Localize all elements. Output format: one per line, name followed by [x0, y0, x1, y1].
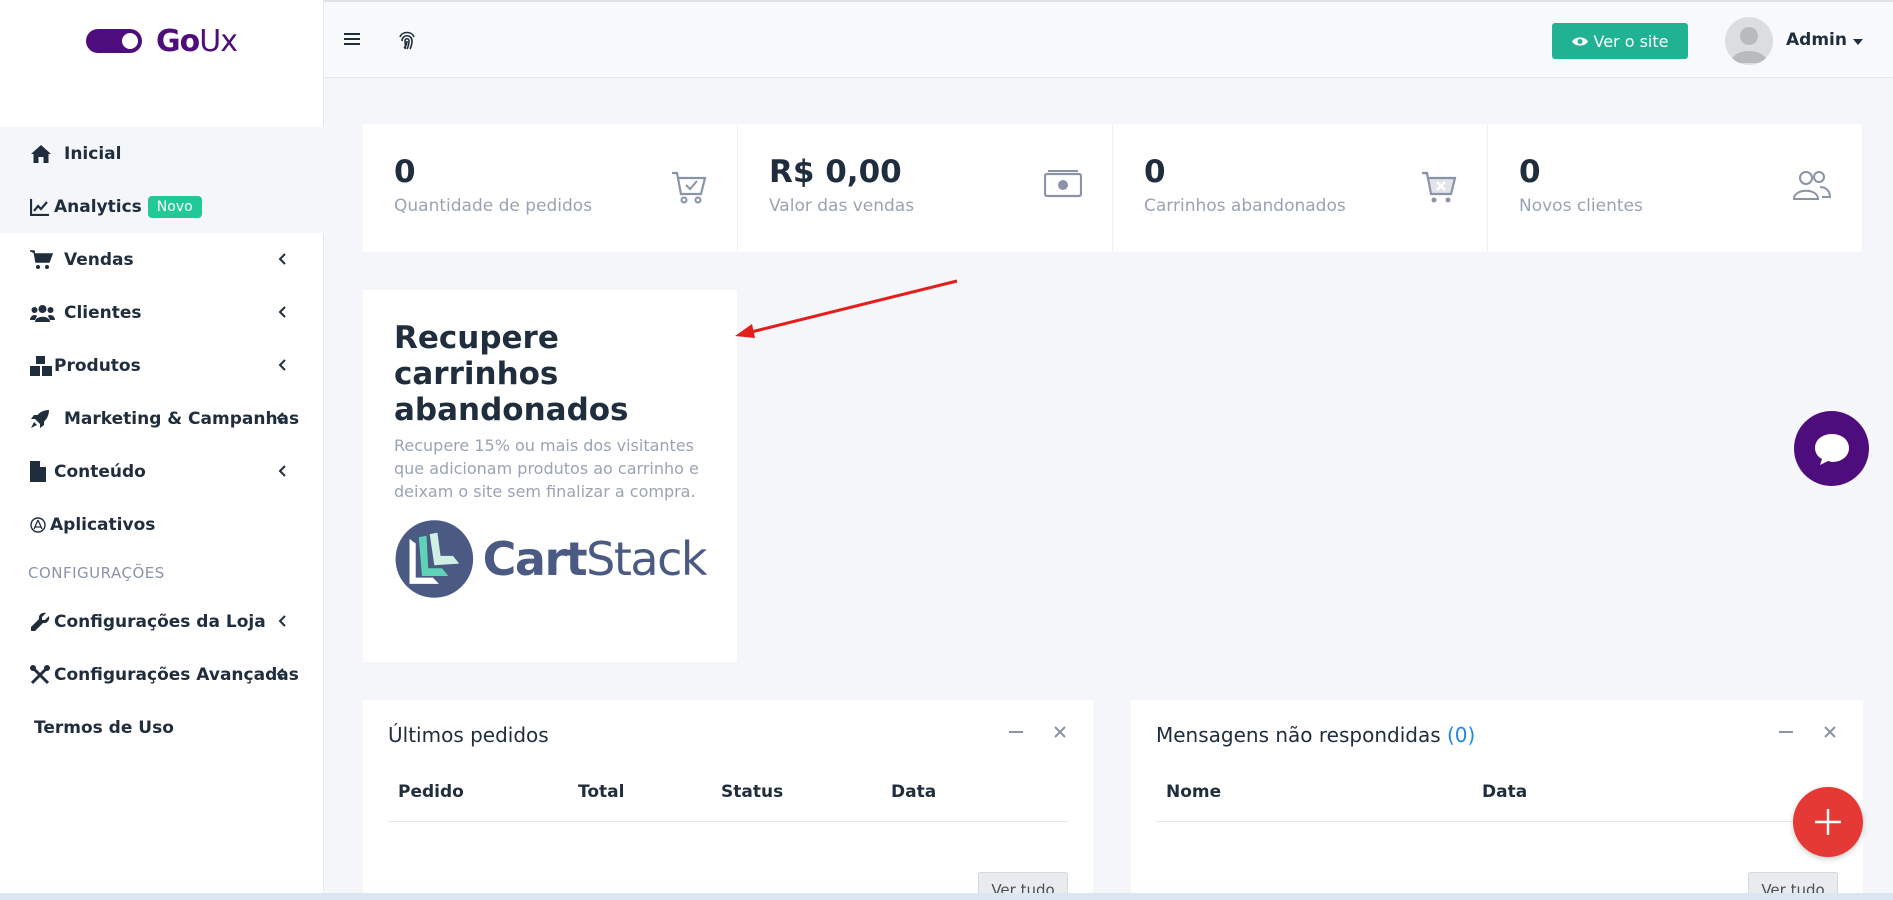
recover-title: Recupere carrinhos abandonados — [394, 320, 629, 428]
topbar: Ver o site Admin — [324, 0, 1893, 78]
horizontal-scrollbar[interactable] — [0, 893, 1893, 900]
users-icon — [30, 304, 56, 322]
eye-icon — [1571, 32, 1588, 51]
chevron-left-icon — [278, 356, 286, 376]
orders-table-header: Pedido Total Status Data — [388, 782, 1068, 822]
sidebar-item-inicial[interactable]: Inicial — [0, 127, 324, 180]
messages-table-header: Nome Data — [1156, 782, 1838, 822]
chevron-left-icon — [278, 612, 286, 632]
messages-panel-title: Mensagens não respondidas (0) — [1156, 723, 1476, 747]
close-icon[interactable] — [1823, 720, 1837, 744]
caret-down-icon — [1852, 30, 1863, 50]
orders-panel-title: Últimos pedidos — [388, 723, 549, 747]
apps-icon — [30, 516, 48, 533]
column-header: Status — [721, 782, 784, 802]
sidebar-item-config-avancadas[interactable]: Configurações Avançadas — [0, 648, 324, 701]
minimize-icon[interactable] — [1009, 720, 1023, 744]
sidebar-nav: Inicial Analytics Novo Vendas Clientes P… — [0, 127, 324, 754]
stat-card-abandoned: 0 Carrinhos abandonados — [1113, 124, 1488, 252]
orders-panel: Últimos pedidos Pedido Total Status Data… — [363, 700, 1093, 900]
people-icon — [1792, 169, 1832, 205]
cart-icon — [30, 249, 56, 270]
stat-card-customers: 0 Novos clientes — [1488, 124, 1863, 252]
cartstack-wordmark: CartStack — [482, 532, 708, 586]
sidebar-item-aplicativos[interactable]: Aplicativos — [0, 498, 324, 551]
sidebar: GoUx Inicial Analytics Novo Vendas Clien… — [0, 0, 324, 900]
sidebar-item-conteudo[interactable]: Conteúdo — [0, 445, 324, 498]
chevron-left-icon — [278, 303, 286, 323]
avatar[interactable] — [1725, 17, 1773, 65]
minimize-icon[interactable] — [1779, 720, 1793, 744]
chevron-left-icon — [276, 665, 284, 685]
sidebar-item-termos[interactable]: Termos de Uso — [0, 701, 324, 754]
recover-carts-card[interactable]: Recupere carrinhos abandonados Recupere … — [363, 290, 737, 662]
view-site-button[interactable]: Ver o site — [1552, 23, 1688, 59]
chat-bubble-icon — [1814, 433, 1849, 465]
file-icon — [30, 461, 52, 482]
chart-line-icon — [30, 198, 52, 216]
messages-panel: Mensagens não respondidas (0) Nome Data … — [1131, 700, 1863, 900]
cart-check-icon — [671, 169, 707, 209]
sidebar-item-produtos[interactable]: Produtos — [0, 339, 324, 392]
fingerprint-icon[interactable] — [396, 29, 418, 55]
money-icon — [1043, 169, 1083, 203]
unanswered-count: (0) — [1447, 723, 1476, 747]
cartstack-emblem-icon — [395, 520, 474, 598]
column-header: Data — [891, 782, 937, 802]
user-menu[interactable]: Admin — [1786, 30, 1863, 50]
stat-card-orders: 0 Quantidade de pedidos — [363, 124, 738, 252]
recover-description: Recupere 15% ou mais dos visitantes que … — [394, 436, 699, 501]
stat-card-sales: R$ 0,00 Valor das vendas — [738, 124, 1113, 252]
sidebar-item-analytics[interactable]: Analytics Novo — [0, 180, 324, 233]
column-header: Pedido — [398, 782, 464, 802]
brand-name: GoUx — [156, 23, 238, 59]
chat-widget-button[interactable] — [1794, 411, 1869, 486]
home-icon — [30, 144, 56, 164]
cartstack-logo[interactable]: CartStack — [394, 507, 708, 611]
new-badge: Novo — [147, 195, 202, 218]
column-header: Data — [1482, 782, 1528, 802]
section-header-configuracoes: CONFIGURAÇÕES — [28, 564, 165, 582]
cart-x-icon — [1421, 169, 1457, 209]
column-header: Nome — [1166, 782, 1222, 802]
toggle-icon — [86, 29, 143, 53]
brand-logo[interactable]: GoUx — [0, 0, 323, 82]
plus-icon — [1815, 809, 1841, 835]
boxes-icon — [30, 355, 52, 376]
chevron-left-icon — [276, 409, 284, 429]
rocket-icon — [30, 409, 56, 429]
sidebar-item-vendas[interactable]: Vendas — [0, 233, 324, 286]
chevron-left-icon — [278, 462, 286, 482]
stats-row: 0 Quantidade de pedidos R$ 0,00 Valor da… — [363, 124, 1863, 252]
menu-toggle-icon[interactable] — [344, 31, 360, 50]
wrench-icon — [30, 612, 52, 632]
column-header: Total — [578, 782, 625, 802]
sidebar-item-clientes[interactable]: Clientes — [0, 286, 324, 339]
sidebar-item-marketing[interactable]: Marketing & Campanhas — [0, 392, 324, 445]
sidebar-item-config-loja[interactable]: Configurações da Loja — [0, 595, 324, 648]
add-fab-button[interactable] — [1793, 787, 1863, 857]
annotation-arrow-icon — [735, 279, 958, 338]
chevron-left-icon — [278, 250, 286, 270]
close-icon[interactable] — [1053, 720, 1067, 744]
tools-icon — [30, 664, 52, 685]
